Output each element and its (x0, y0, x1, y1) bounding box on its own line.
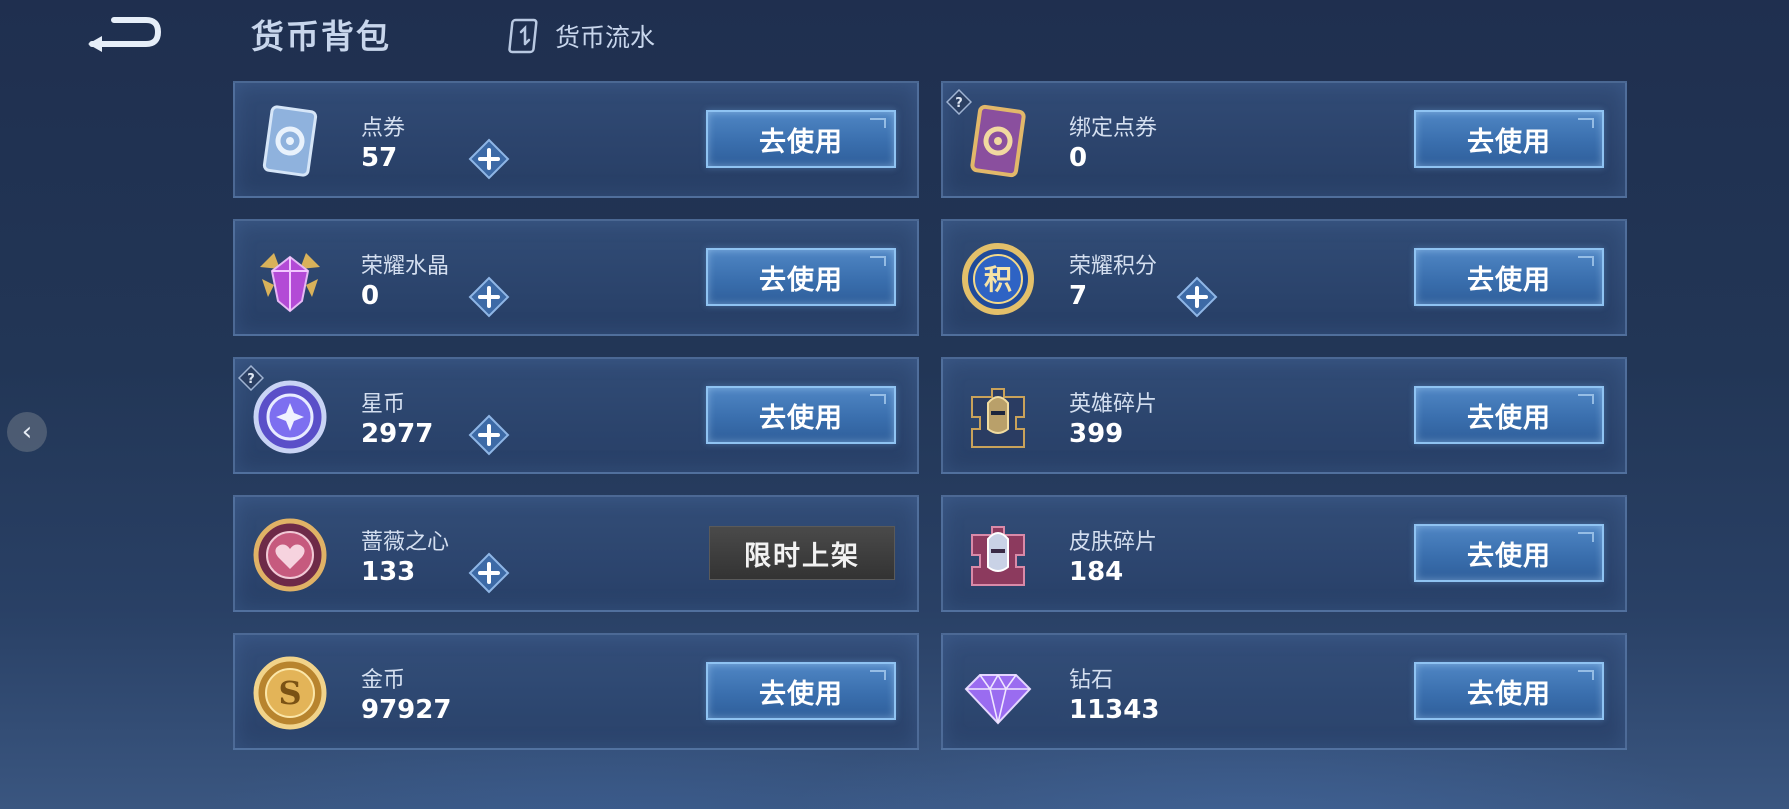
plus-icon (1176, 276, 1218, 318)
plus-icon (468, 414, 510, 456)
rose-heart-icon (250, 515, 330, 595)
currency-name: 星币 (361, 392, 406, 417)
currency-amount: 184 (1069, 557, 1124, 587)
currency-amount: 399 (1069, 419, 1124, 449)
glory-points-icon: 积 (958, 239, 1038, 319)
chevron-left-icon: ‹ (21, 417, 33, 447)
currency-flow-link[interactable]: 货币流水 (507, 14, 655, 58)
currency-card-glory-points: 积 荣耀积分 7 去使用 (941, 219, 1627, 336)
help-icon[interactable]: ? (237, 364, 265, 392)
currency-flow-label: 货币流水 (555, 23, 656, 52)
limited-sale-button[interactable]: 限时上架 (709, 526, 895, 580)
plus-icon (468, 276, 510, 318)
hero-shard-icon (958, 377, 1038, 457)
currency-amount: 2977 (361, 419, 434, 449)
svg-text:?: ? (955, 96, 963, 111)
back-button[interactable] (84, 14, 164, 54)
use-ticket-button[interactable]: 去使用 (706, 110, 896, 168)
currency-amount: 57 (361, 143, 398, 173)
skin-shard-icon (958, 515, 1038, 595)
page-title: 货币背包 (251, 17, 391, 56)
currency-amount: 97927 (361, 695, 452, 725)
use-diamond-button[interactable]: 去使用 (1414, 662, 1604, 720)
svg-text:S: S (278, 674, 301, 712)
currency-amount: 133 (361, 557, 416, 587)
currency-name: 蔷薇之心 (361, 530, 450, 555)
currency-card-ticket: 点券 57 去使用 (233, 81, 919, 198)
currency-name: 英雄碎片 (1069, 392, 1158, 417)
back-arrow-icon (88, 17, 162, 52)
currency-amount: 7 (1069, 281, 1088, 311)
currency-card-star-coin: ? 星币 2977 去使用 (233, 357, 919, 474)
currency-flow-icon (508, 18, 538, 54)
add-star-coin-button[interactable] (468, 414, 510, 456)
currency-name: 荣耀积分 (1069, 254, 1158, 279)
currency-name: 荣耀水晶 (361, 254, 450, 279)
currency-amount: 0 (1069, 143, 1088, 173)
add-ticket-button[interactable] (468, 138, 510, 180)
currency-card-gold-coin: S 金币 97927 去使用 (233, 633, 919, 750)
add-glory-points-button[interactable] (1176, 276, 1218, 318)
use-glory-crystal-button[interactable]: 去使用 (706, 248, 896, 306)
currency-name: 点券 (361, 116, 406, 141)
svg-text:积: 积 (984, 263, 1012, 296)
currency-card-diamond: 钻石 11343 去使用 (941, 633, 1627, 750)
currency-amount: 0 (361, 281, 380, 311)
currency-card-glory-crystal: 荣耀水晶 0 去使用 (233, 219, 919, 336)
currency-card-rose-heart: 蔷薇之心 133 限时上架 (233, 495, 919, 612)
diamond-icon (958, 653, 1038, 733)
help-icon[interactable]: ? (945, 88, 973, 116)
plus-icon (468, 138, 510, 180)
use-bound-ticket-button[interactable]: 去使用 (1414, 110, 1604, 168)
currency-card-hero-shard: 英雄碎片 399 去使用 (941, 357, 1627, 474)
plus-icon (468, 552, 510, 594)
use-glory-points-button[interactable]: 去使用 (1414, 248, 1604, 306)
currency-name: 绑定点券 (1069, 116, 1158, 141)
currency-card-skin-shard: 皮肤碎片 184 去使用 (941, 495, 1627, 612)
glory-crystal-icon (250, 239, 330, 319)
currency-name: 金币 (361, 668, 406, 693)
currency-name: 皮肤碎片 (1069, 530, 1158, 555)
currency-name: 钻石 (1069, 668, 1114, 693)
add-glory-crystal-button[interactable] (468, 276, 510, 318)
side-collapse-button[interactable]: ‹ (7, 412, 47, 452)
ticket-card-icon (250, 101, 330, 181)
currency-amount: 11343 (1069, 695, 1160, 725)
use-hero-shard-button[interactable]: 去使用 (1414, 386, 1604, 444)
gold-coin-icon: S (250, 653, 330, 733)
use-skin-shard-button[interactable]: 去使用 (1414, 524, 1604, 582)
svg-text:?: ? (247, 372, 255, 387)
use-gold-coin-button[interactable]: 去使用 (706, 662, 896, 720)
header-bar: 货币背包 货币流水 (0, 0, 1789, 70)
use-star-coin-button[interactable]: 去使用 (706, 386, 896, 444)
currency-card-bound-ticket: ? 绑定点券 0 去使用 (941, 81, 1627, 198)
add-rose-heart-button[interactable] (468, 552, 510, 594)
